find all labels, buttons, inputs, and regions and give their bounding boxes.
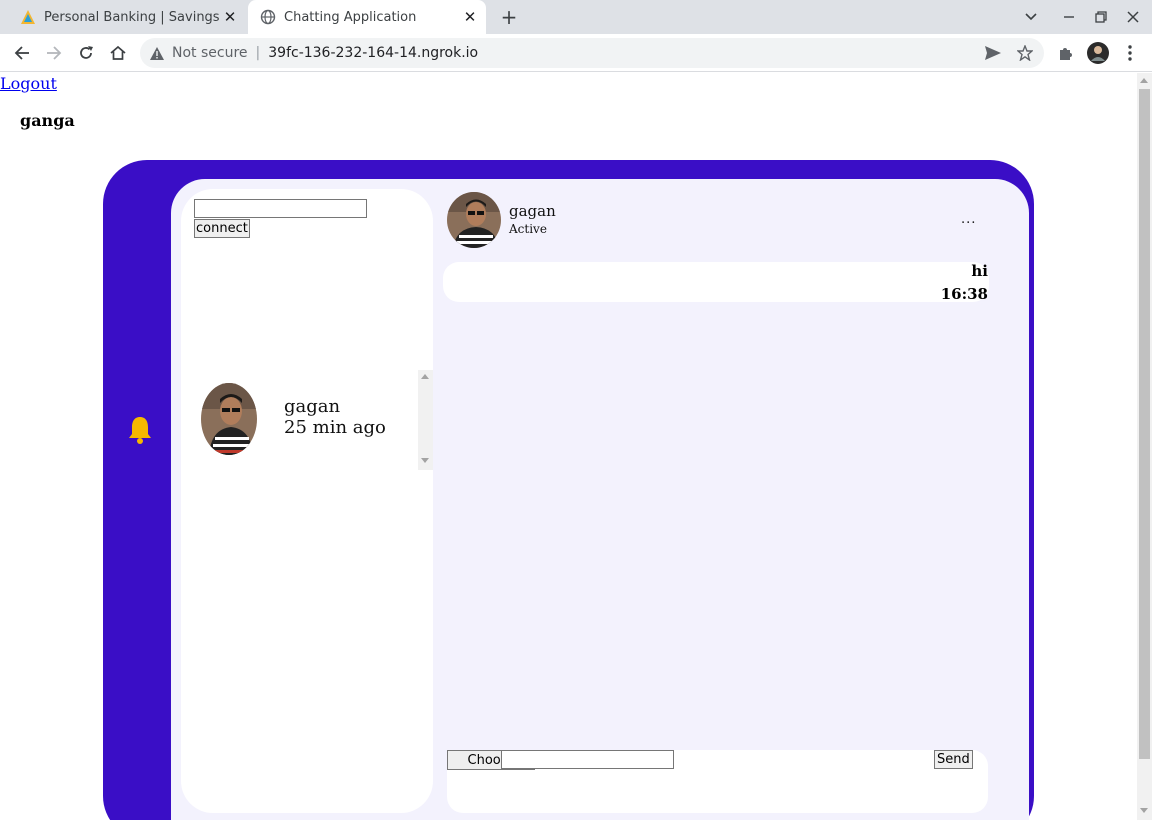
chat-partner-status: Active bbox=[509, 222, 547, 236]
send-icon[interactable] bbox=[980, 40, 1006, 66]
puzzle-icon[interactable] bbox=[1053, 40, 1079, 66]
minimize-icon[interactable] bbox=[1053, 0, 1085, 34]
message-input[interactable] bbox=[501, 750, 674, 769]
tab-chatting-application[interactable]: Chatting Application ✕ bbox=[248, 0, 486, 34]
bank-favicon-icon bbox=[21, 10, 35, 24]
contacts-panel: connect bbox=[181, 189, 433, 813]
chat-app-container: connect gagan 25 min ago gagan Active ..… bbox=[103, 160, 1034, 820]
tab-title: Personal Banking | Savings A bbox=[44, 9, 220, 25]
new-tab-button[interactable]: + bbox=[496, 5, 522, 29]
globe-icon bbox=[260, 9, 276, 25]
chat-inner-panel: connect gagan 25 min ago gagan Active ..… bbox=[171, 179, 1029, 820]
contact-list: gagan 25 min ago bbox=[181, 370, 433, 470]
contact-name: gagan bbox=[284, 396, 341, 417]
send-button[interactable]: Send bbox=[934, 750, 973, 769]
scroll-down-icon[interactable] bbox=[421, 458, 429, 463]
page-scrollbar[interactable] bbox=[1137, 73, 1152, 820]
scroll-down-icon[interactable] bbox=[1140, 808, 1148, 813]
message-composer: Choose Send bbox=[447, 750, 988, 813]
chat-partner-avatar bbox=[447, 192, 501, 248]
tab-search-icon[interactable] bbox=[1015, 0, 1047, 34]
reload-icon[interactable] bbox=[73, 40, 99, 66]
message-time: 16:38 bbox=[940, 285, 988, 303]
message-bubble: hi 16:38 bbox=[443, 262, 989, 303]
message-text: hi bbox=[971, 262, 988, 280]
logout-link[interactable]: Logout bbox=[0, 74, 57, 93]
arrow-right-icon[interactable] bbox=[41, 40, 67, 66]
tab-title: Chatting Application bbox=[284, 9, 417, 25]
contact-last-seen: 25 min ago bbox=[284, 417, 386, 438]
url-text: 39fc-136-232-164-14.ngrok.io bbox=[268, 45, 479, 61]
tab-personal-banking[interactable]: Personal Banking | Savings A ✕ bbox=[8, 0, 246, 34]
address-separator: | bbox=[255, 45, 261, 61]
profile-avatar[interactable] bbox=[1085, 40, 1111, 66]
home-icon[interactable] bbox=[105, 40, 131, 66]
tab-strip: Personal Banking | Savings A ✕ Chatting … bbox=[0, 0, 1152, 34]
restore-icon[interactable] bbox=[1085, 0, 1117, 34]
warning-icon bbox=[150, 46, 164, 60]
bell-icon[interactable] bbox=[127, 415, 153, 445]
browser-toolbar: Not secure | 39fc-136-232-164-14.ngrok.i… bbox=[0, 34, 1152, 72]
current-username: ganga bbox=[20, 111, 75, 130]
more-options-button[interactable]: ... bbox=[961, 212, 976, 227]
connect-input[interactable] bbox=[194, 199, 367, 218]
scroll-up-icon[interactable] bbox=[421, 374, 429, 379]
tab-close-icon[interactable]: ✕ bbox=[460, 8, 480, 26]
address-bar[interactable]: Not secure | 39fc-136-232-164-14.ngrok.i… bbox=[140, 38, 1044, 68]
scrollbar-thumb[interactable] bbox=[1139, 89, 1150, 759]
page-content: Logout ganga connect gagan 25 min ago ga… bbox=[0, 73, 1152, 820]
chat-partner-name: gagan bbox=[509, 202, 556, 220]
kebab-icon[interactable] bbox=[1117, 40, 1143, 66]
window-close-icon[interactable] bbox=[1117, 0, 1149, 34]
contact-avatar bbox=[201, 383, 257, 455]
star-icon[interactable] bbox=[1012, 40, 1038, 66]
connect-button[interactable]: connect bbox=[194, 219, 250, 238]
security-label: Not secure bbox=[172, 45, 248, 61]
scroll-up-icon[interactable] bbox=[1140, 78, 1148, 83]
arrow-left-icon[interactable] bbox=[9, 40, 35, 66]
contact-list-scrollbar[interactable] bbox=[418, 370, 433, 470]
tab-close-icon[interactable]: ✕ bbox=[220, 8, 240, 26]
